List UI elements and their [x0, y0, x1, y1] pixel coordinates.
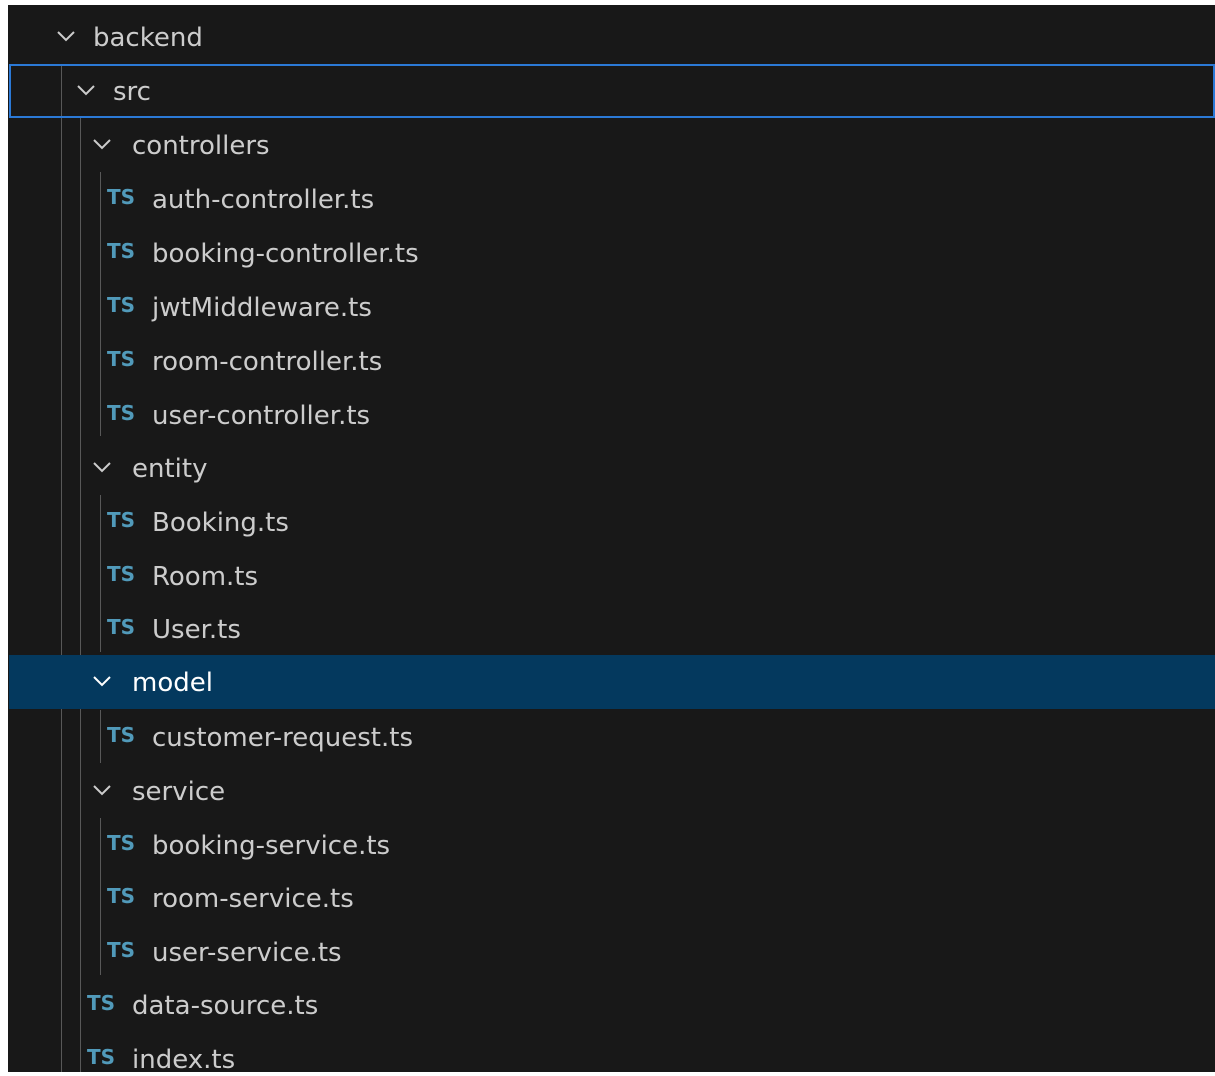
tree-file-index[interactable]: TS index.ts — [9, 1032, 1215, 1076]
typescript-file-icon: TS — [107, 615, 136, 639]
folder-label: model — [132, 668, 213, 698]
tree-folder-entity[interactable]: entity — [9, 441, 1215, 495]
file-label: booking-service.ts — [152, 831, 391, 861]
file-label: customer-request.ts — [152, 723, 413, 753]
chevron-down-icon — [93, 460, 111, 474]
tree-file-room[interactable]: TS Room.ts — [9, 549, 1215, 603]
folder-label: entity — [132, 454, 208, 484]
window-left-edge — [0, 0, 8, 1076]
folder-label: src — [113, 77, 151, 107]
typescript-file-icon: TS — [107, 938, 136, 962]
typescript-file-icon: TS — [107, 562, 136, 586]
tree-file-booking-controller[interactable]: TS booking-controller.ts — [9, 226, 1215, 280]
file-label: booking-controller.ts — [152, 239, 419, 269]
tree-file-jwt-middleware[interactable]: TS jwtMiddleware.ts — [9, 280, 1215, 334]
window-bottom-edge — [0, 1072, 1215, 1076]
typescript-file-icon: TS — [107, 293, 136, 317]
tree-file-user-service[interactable]: TS user-service.ts — [9, 925, 1215, 979]
file-explorer-tree: backend src controllers TS auth-controll… — [0, 0, 1215, 1076]
folder-label: controllers — [132, 131, 270, 161]
chevron-down-icon — [77, 83, 95, 97]
typescript-file-icon: TS — [87, 1045, 116, 1069]
tree-file-room-service[interactable]: TS room-service.ts — [9, 871, 1215, 925]
tree-file-booking[interactable]: TS Booking.ts — [9, 495, 1215, 549]
folder-label: backend — [93, 23, 203, 53]
tree-folder-controllers[interactable]: controllers — [9, 118, 1215, 172]
chevron-down-icon — [93, 674, 111, 688]
tree-file-data-source[interactable]: TS data-source.ts — [9, 978, 1215, 1032]
typescript-file-icon: TS — [107, 185, 136, 209]
file-label: room-service.ts — [152, 884, 354, 914]
file-label: room-controller.ts — [152, 347, 383, 377]
file-label: Booking.ts — [152, 508, 289, 538]
file-label: auth-controller.ts — [152, 185, 375, 215]
file-label: data-source.ts — [132, 991, 319, 1021]
folder-label: service — [132, 777, 226, 807]
typescript-file-icon: TS — [107, 723, 136, 747]
typescript-file-icon: TS — [107, 508, 136, 532]
typescript-file-icon: TS — [107, 884, 136, 908]
file-label: Room.ts — [152, 562, 259, 592]
file-label: user-service.ts — [152, 938, 342, 968]
tree-file-user-controller[interactable]: TS user-controller.ts — [9, 388, 1215, 442]
typescript-file-icon: TS — [107, 347, 136, 371]
tree-folder-src[interactable]: src — [9, 64, 1215, 118]
chevron-down-icon — [93, 137, 111, 151]
typescript-file-icon: TS — [107, 401, 136, 425]
tree-folder-model[interactable]: model — [9, 655, 1215, 709]
tree-file-auth-controller[interactable]: TS auth-controller.ts — [9, 172, 1215, 226]
typescript-file-icon: TS — [87, 991, 116, 1015]
file-label: User.ts — [152, 615, 241, 645]
typescript-file-icon: TS — [107, 239, 136, 263]
tree-folder-service[interactable]: service — [9, 764, 1215, 818]
file-label: jwtMiddleware.ts — [152, 293, 372, 323]
file-label: user-controller.ts — [152, 401, 371, 431]
typescript-file-icon: TS — [107, 831, 136, 855]
tree-folder-backend[interactable]: backend — [9, 10, 1215, 64]
file-label: index.ts — [132, 1045, 236, 1075]
chevron-down-icon — [57, 29, 75, 43]
chevron-down-icon — [93, 783, 111, 797]
tree-file-room-controller[interactable]: TS room-controller.ts — [9, 334, 1215, 388]
tree-file-user[interactable]: TS User.ts — [9, 602, 1215, 656]
window-top-edge — [0, 0, 1215, 5]
tree-file-customer-request[interactable]: TS customer-request.ts — [9, 710, 1215, 764]
tree-file-booking-service[interactable]: TS booking-service.ts — [9, 818, 1215, 872]
